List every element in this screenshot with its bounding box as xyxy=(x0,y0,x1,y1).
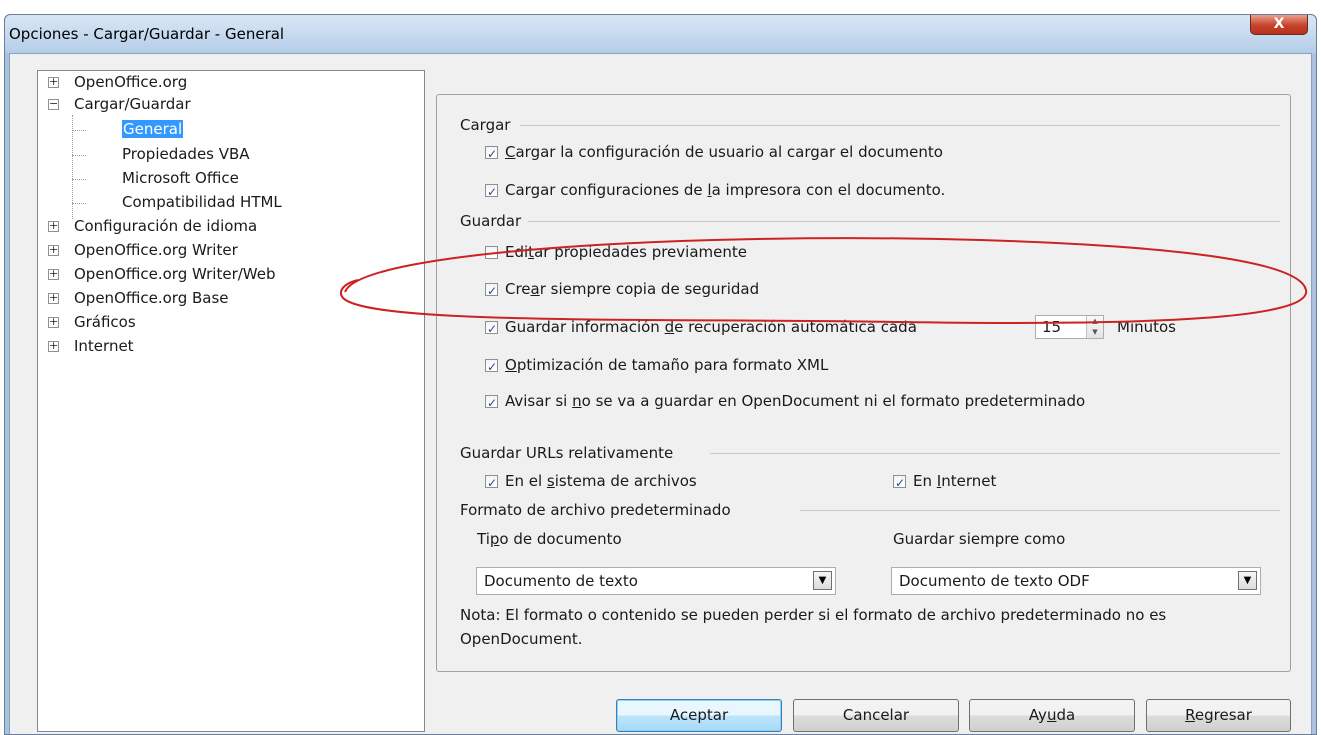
separator xyxy=(520,125,1280,126)
doctype-value: Documento de texto xyxy=(484,572,638,590)
expand-icon[interactable]: + xyxy=(48,292,59,304)
checkbox[interactable] xyxy=(485,356,498,378)
back-button-label: Regresar xyxy=(1185,706,1252,724)
checkbox-label: Cargar configuraciones de la impresora c… xyxy=(505,181,946,199)
checkbox[interactable] xyxy=(485,318,498,340)
tree-item-label: OpenOffice.org Base xyxy=(74,289,229,307)
checkbox[interactable] xyxy=(485,143,498,165)
checkbox[interactable] xyxy=(485,181,498,203)
tree-item-label: Propiedades VBA xyxy=(122,145,250,163)
tree-item-label: General xyxy=(122,120,184,138)
tree-item-label: Internet xyxy=(74,337,134,355)
cancel-button[interactable]: Cancelar xyxy=(793,699,959,732)
autosave-minutes-value[interactable]: 15 xyxy=(1042,316,1061,338)
chevron-down-icon[interactable]: ▼ xyxy=(813,571,832,590)
close-icon: X xyxy=(1273,16,1285,32)
tree-item-label: Compatibilidad HTML xyxy=(122,193,282,211)
checkbox-xml-optimization[interactable]: Optimización de tamaño para formato XML xyxy=(485,354,829,378)
section-heading: Formato de archivo predeterminado xyxy=(460,501,731,519)
settings-panel: Cargar Cargar la configuración de usuari… xyxy=(436,94,1291,672)
cancel-button-label: Cancelar xyxy=(842,706,910,724)
checkbox-label: Editar propiedades previamente xyxy=(505,243,747,261)
checkbox[interactable] xyxy=(485,472,498,494)
tree-item-label: OpenOffice.org Writer/Web xyxy=(74,265,276,283)
format-note: Nota: El formato o contenido se pueden p… xyxy=(460,606,1167,648)
checkbox-label: Avisar si no se va a guardar en OpenDocu… xyxy=(505,392,1086,410)
expand-icon[interactable]: + xyxy=(48,76,59,88)
help-button-label: Ayuda xyxy=(1028,706,1076,724)
checkbox-autorecovery[interactable]: Guardar información de recuperación auto… xyxy=(485,316,917,340)
section-heading: Cargar xyxy=(460,116,511,134)
tree-item-label: OpenOffice.org xyxy=(74,73,188,91)
checkbox-url-filesystem[interactable]: En el sistema de archivos xyxy=(485,470,697,494)
separator xyxy=(800,510,1280,511)
checkbox[interactable] xyxy=(485,246,498,259)
checkbox-label: Crear siempre copia de seguridad xyxy=(505,280,760,298)
section-heading: Guardar xyxy=(460,212,522,230)
help-button[interactable]: Ayuda xyxy=(969,699,1135,732)
ok-button-label: Aceptar xyxy=(669,706,729,724)
tree-connector xyxy=(72,179,86,180)
separator xyxy=(710,453,1280,454)
tree-connector xyxy=(72,203,86,204)
separator xyxy=(528,221,1280,222)
saveas-select[interactable]: Documento de texto ODF ▼ xyxy=(891,567,1261,595)
expand-icon[interactable]: + xyxy=(48,268,59,280)
tree-connector xyxy=(72,155,86,156)
checkbox-load-user-settings[interactable]: Cargar la configuración de usuario al ca… xyxy=(485,141,943,165)
chevron-down-icon[interactable]: ▼ xyxy=(1238,571,1257,590)
tree-item-propiedades-vba[interactable]: Propiedades VBA xyxy=(122,143,250,165)
checkbox-url-internet[interactable]: En Internet xyxy=(893,470,997,494)
tree-item-compatibilidad-html[interactable]: Compatibilidad HTML xyxy=(122,191,282,213)
expand-icon[interactable]: + xyxy=(48,316,59,328)
options-tree[interactable]: + OpenOffice.org − Cargar/Guardar Genera… xyxy=(37,70,425,732)
checkbox-label: Optimización de tamaño para formato XML xyxy=(505,356,829,374)
tree-item-microsoft-office[interactable]: Microsoft Office xyxy=(122,167,239,189)
checkbox-load-printer-settings[interactable]: Cargar configuraciones de la impresora c… xyxy=(485,179,946,203)
section-guardar: Guardar xyxy=(460,211,1280,231)
tree-item-label: Microsoft Office xyxy=(122,169,239,187)
back-button[interactable]: Regresar xyxy=(1146,699,1291,732)
section-relative-urls: Guardar URLs relativamente xyxy=(460,443,1280,463)
checkbox[interactable] xyxy=(485,392,498,414)
checkbox-label: Guardar información de recuperación auto… xyxy=(505,318,917,336)
tree-connector xyxy=(72,130,86,131)
checkbox-label: Cargar la configuración de usuario al ca… xyxy=(505,143,943,161)
tree-item-label: OpenOffice.org Writer xyxy=(74,241,238,259)
collapse-icon[interactable]: − xyxy=(48,98,59,110)
expand-icon[interactable]: + xyxy=(48,340,59,352)
tree-item-general[interactable]: General xyxy=(122,118,184,140)
dialog-body: + OpenOffice.org − Cargar/Guardar Genera… xyxy=(9,53,1312,734)
checkbox[interactable] xyxy=(893,472,906,494)
checkbox-edit-properties[interactable]: Editar propiedades previamente xyxy=(485,241,747,263)
saveas-value: Documento de texto ODF xyxy=(899,572,1090,590)
checkbox[interactable] xyxy=(485,280,498,302)
section-default-format: Formato de archivo predeterminado xyxy=(460,500,1280,520)
tree-item-label: Cargar/Guardar xyxy=(74,95,191,113)
section-cargar: Cargar xyxy=(460,115,1280,135)
title-bar[interactable]: Opciones - Cargar/Guardar - General X xyxy=(5,15,1316,53)
checkbox-label: En el sistema de archivos xyxy=(505,472,697,490)
window-title: Opciones - Cargar/Guardar - General xyxy=(9,25,285,43)
doctype-select[interactable]: Documento de texto ▼ xyxy=(476,567,836,595)
minutes-label: Minutos xyxy=(1117,318,1176,336)
options-dialog: Opciones - Cargar/Guardar - General X + … xyxy=(4,14,1317,735)
tree-item-label: Configuración de idioma xyxy=(74,217,258,235)
ok-button[interactable]: Aceptar xyxy=(616,699,782,732)
tree-item-label: Gráficos xyxy=(74,313,136,331)
doctype-label: Tipo de documento xyxy=(477,530,622,548)
autosave-minutes-spinner[interactable]: 15 ▲ ▼ xyxy=(1035,315,1104,339)
checkbox-always-backup[interactable]: Crear siempre copia de seguridad xyxy=(485,278,760,302)
spin-arrows-icon[interactable]: ▲ ▼ xyxy=(1086,316,1103,338)
checkbox-warn-not-odf[interactable]: Avisar si no se va a guardar en OpenDocu… xyxy=(485,390,1086,414)
expand-icon[interactable]: + xyxy=(48,244,59,256)
close-button[interactable]: X xyxy=(1250,15,1308,35)
section-heading: Guardar URLs relativamente xyxy=(460,444,674,462)
saveas-label: Guardar siempre como xyxy=(893,530,1066,548)
expand-icon[interactable]: + xyxy=(48,220,59,232)
checkbox-label: En Internet xyxy=(913,472,997,490)
